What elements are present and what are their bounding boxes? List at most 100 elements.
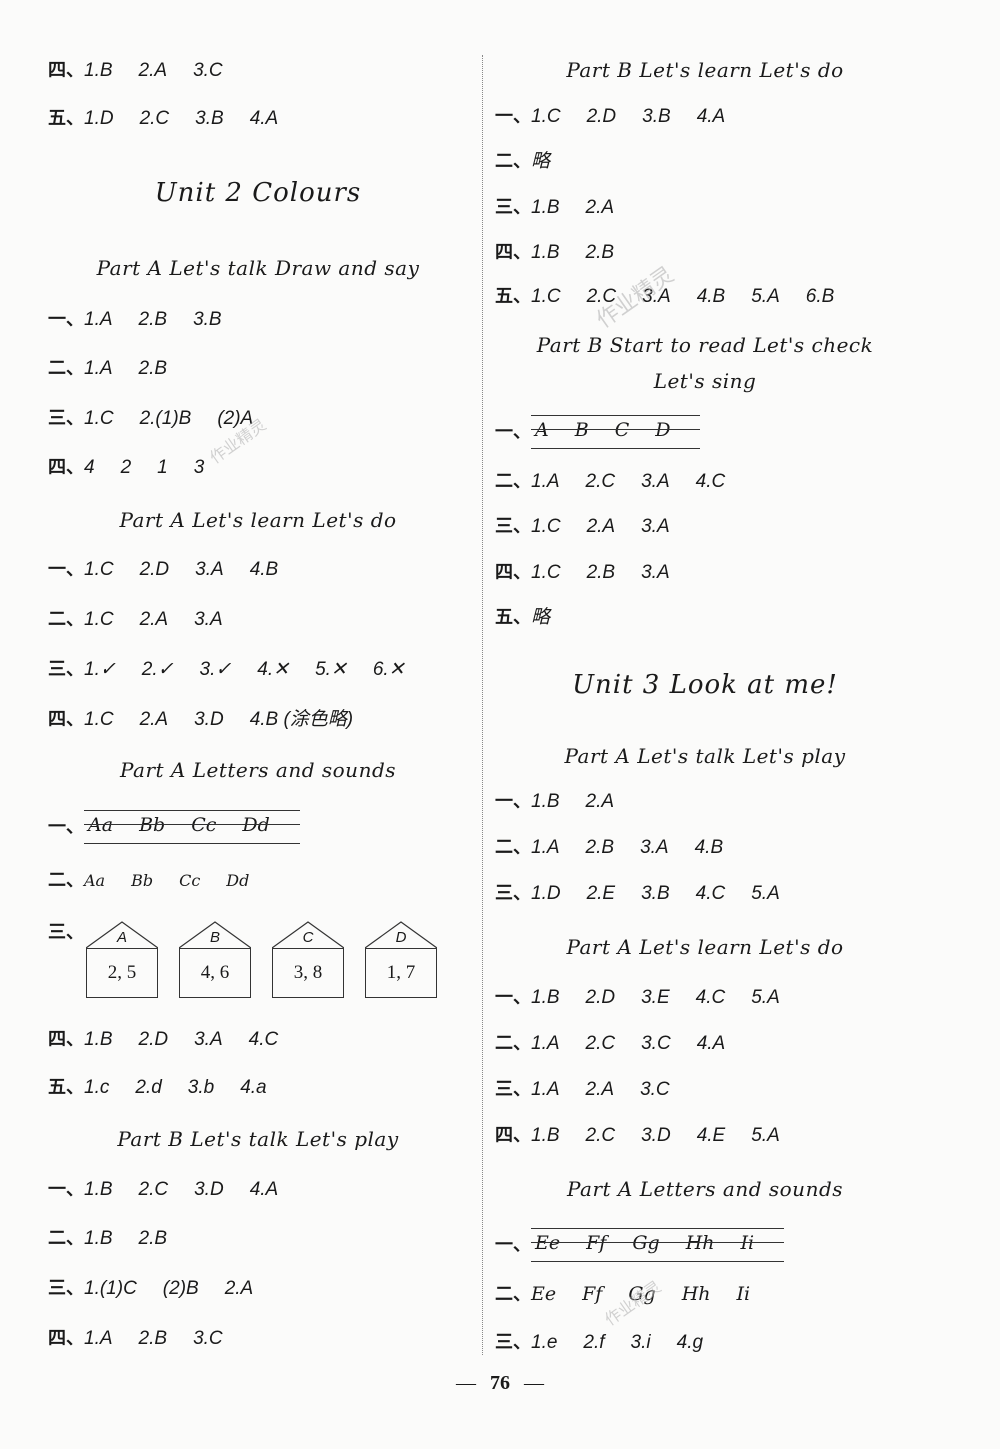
- question-number: 四、: [495, 562, 531, 583]
- question-number: 四、: [48, 60, 84, 81]
- answer-row: 三、1.B 2.A: [495, 195, 640, 220]
- question-number: 三、: [495, 883, 531, 904]
- answer-item: 4.✕: [257, 659, 290, 680]
- answer-item: 1.A: [84, 309, 113, 330]
- question-number: 三、: [48, 922, 84, 943]
- answer-item: 3.B: [642, 106, 671, 127]
- handwritten-letter: A: [535, 419, 549, 441]
- answer-row: 三、: [48, 920, 84, 945]
- answer-item: 2.B: [138, 309, 168, 330]
- answer-item: 1.B: [531, 197, 560, 218]
- answer-item: 2.A: [585, 1079, 615, 1100]
- handwritten-letter: Hh: [681, 1283, 711, 1305]
- answer-item: 3.A: [194, 1029, 223, 1050]
- answer-row: 一、1.C 2.D 3.B 4.A: [495, 104, 751, 129]
- answer-row: 二、1.A 2.C 3.A 4.C: [495, 469, 751, 494]
- answer-row: 五、1.C 2.C 3.A 4.B 5.A 6.B: [495, 284, 860, 309]
- answer-item: 3.D: [194, 1179, 224, 1200]
- answer-item: 2.A: [585, 197, 615, 218]
- answer-row: 二、1.B 2.B: [48, 1226, 193, 1251]
- answer-row: 二、1.A 2.B 3.A 4.B: [495, 835, 749, 860]
- answer-item: 3.A: [194, 609, 223, 630]
- house-roof: B: [179, 920, 251, 948]
- page-dash-right: —: [524, 1372, 544, 1394]
- handwritten-letter: Aa: [88, 814, 114, 836]
- answer-item: 3.B: [193, 309, 222, 330]
- unit-title: Unit 3 Look at me!: [572, 670, 838, 700]
- section-heading: Part B Let's learn Let's do: [566, 58, 844, 82]
- answer-item: 3.A: [641, 562, 670, 583]
- question-number: 五、: [495, 607, 531, 628]
- handwritten-letter: Cc: [179, 871, 201, 890]
- question-number: 一、: [495, 421, 531, 443]
- unit-title: Unit 2 Colours: [154, 178, 362, 208]
- question-number: 三、: [495, 197, 531, 218]
- page-number-value: 76: [490, 1372, 510, 1394]
- answer-item: 3: [193, 457, 205, 478]
- answer-item: 1.B: [84, 1029, 113, 1050]
- answer-row: 一、1.B 2.C 3.D 4.A: [48, 1177, 304, 1202]
- answer-item: 3.E: [641, 987, 670, 1008]
- answer-item: 2.B: [138, 358, 168, 379]
- answer-item: (2)B: [162, 1278, 199, 1299]
- house-diagram: C 3, 8: [272, 920, 344, 998]
- answer-item: 1.B: [84, 60, 113, 81]
- answer-item: 4.g: [676, 1332, 704, 1353]
- answer-item: 5.A: [751, 987, 780, 1008]
- answer-row: 二、1.C 2.A 3.A: [48, 607, 249, 632]
- question-number: 三、: [495, 1079, 531, 1100]
- answer-item: 1.C: [531, 286, 561, 307]
- answer-item: 1.B: [531, 1125, 560, 1146]
- answer-item: 4.B: [696, 286, 726, 307]
- answer-row: 五、1.c 2.d 3.b 4.a: [48, 1075, 293, 1100]
- question-number: 一、: [495, 987, 531, 1008]
- answer-item: 2.A: [139, 709, 169, 730]
- question-number: 二、: [495, 1284, 531, 1305]
- question-number: 四、: [48, 457, 84, 478]
- answer-row: 四、1.B 2.A 3.C: [48, 58, 249, 83]
- answer-item: 2: [120, 457, 132, 478]
- answer-row: 四、4 2 1 3: [48, 455, 230, 480]
- question-number: 二、: [495, 151, 531, 172]
- answer-row: 四、1.B 2.D 3.A 4.C: [48, 1027, 304, 1052]
- answer-row: 二、1.A 2.C 3.C 4.A: [495, 1031, 751, 1056]
- answer-item: 3.A: [640, 837, 669, 858]
- answer-item: 2.B: [586, 562, 616, 583]
- answer-item: 2.A: [139, 609, 169, 630]
- handwritten-letter: Hh: [685, 1232, 715, 1254]
- four-line-grid: Ee Ff Gg Hh Ii: [531, 1228, 785, 1262]
- answer-row: 一、1.B 2.D 3.E 4.C 5.A: [495, 985, 806, 1010]
- answer-item: 4.E: [696, 1125, 726, 1146]
- answer-row: 三、1.e 2.f 3.i 4.g: [495, 1330, 729, 1355]
- answer-item: 1.B: [531, 242, 560, 263]
- answer-item: 1.B: [531, 987, 560, 1008]
- handwritten-letter: Gg: [632, 1232, 660, 1254]
- section-heading: Part A Let's learn Let's do: [119, 508, 397, 532]
- answer-item: 3.C: [193, 60, 223, 81]
- answer-item: 4.A: [249, 108, 279, 129]
- answer-item: 2.A: [224, 1278, 254, 1299]
- handwritten-letter: Ii: [736, 1283, 751, 1305]
- handwritten-letter: Ee: [535, 1232, 561, 1254]
- house-diagram: A 2, 5: [86, 920, 158, 998]
- answer-item: 1.C: [531, 516, 561, 537]
- section-heading: Part A Letters and sounds: [119, 758, 397, 782]
- answer-item: 2.C: [585, 1125, 616, 1146]
- answer-item: 2.B: [138, 1228, 168, 1249]
- answer-item: 1.B: [84, 1228, 113, 1249]
- answer-item: 1.c: [84, 1077, 110, 1098]
- answer-row: 三、1.A 2.A 3.C: [495, 1077, 696, 1102]
- answer-item: 2.✓: [141, 659, 174, 680]
- answer-item: 2.B: [138, 1328, 168, 1349]
- answer-item: 4.C: [695, 471, 726, 492]
- house-box-value: 2, 5: [86, 948, 158, 998]
- handwritten-letter: Ii: [740, 1232, 755, 1254]
- answer-item: 3.✓: [199, 659, 232, 680]
- answer-item: 6.B: [805, 286, 835, 307]
- question-number: 三、: [495, 1332, 531, 1353]
- answer-item: 2.A: [138, 60, 168, 81]
- answer-item: 2.f: [583, 1332, 605, 1353]
- answer-item: 3.C: [641, 1033, 671, 1054]
- question-number: 一、: [48, 559, 84, 580]
- answer-item: 1.A: [84, 1328, 113, 1349]
